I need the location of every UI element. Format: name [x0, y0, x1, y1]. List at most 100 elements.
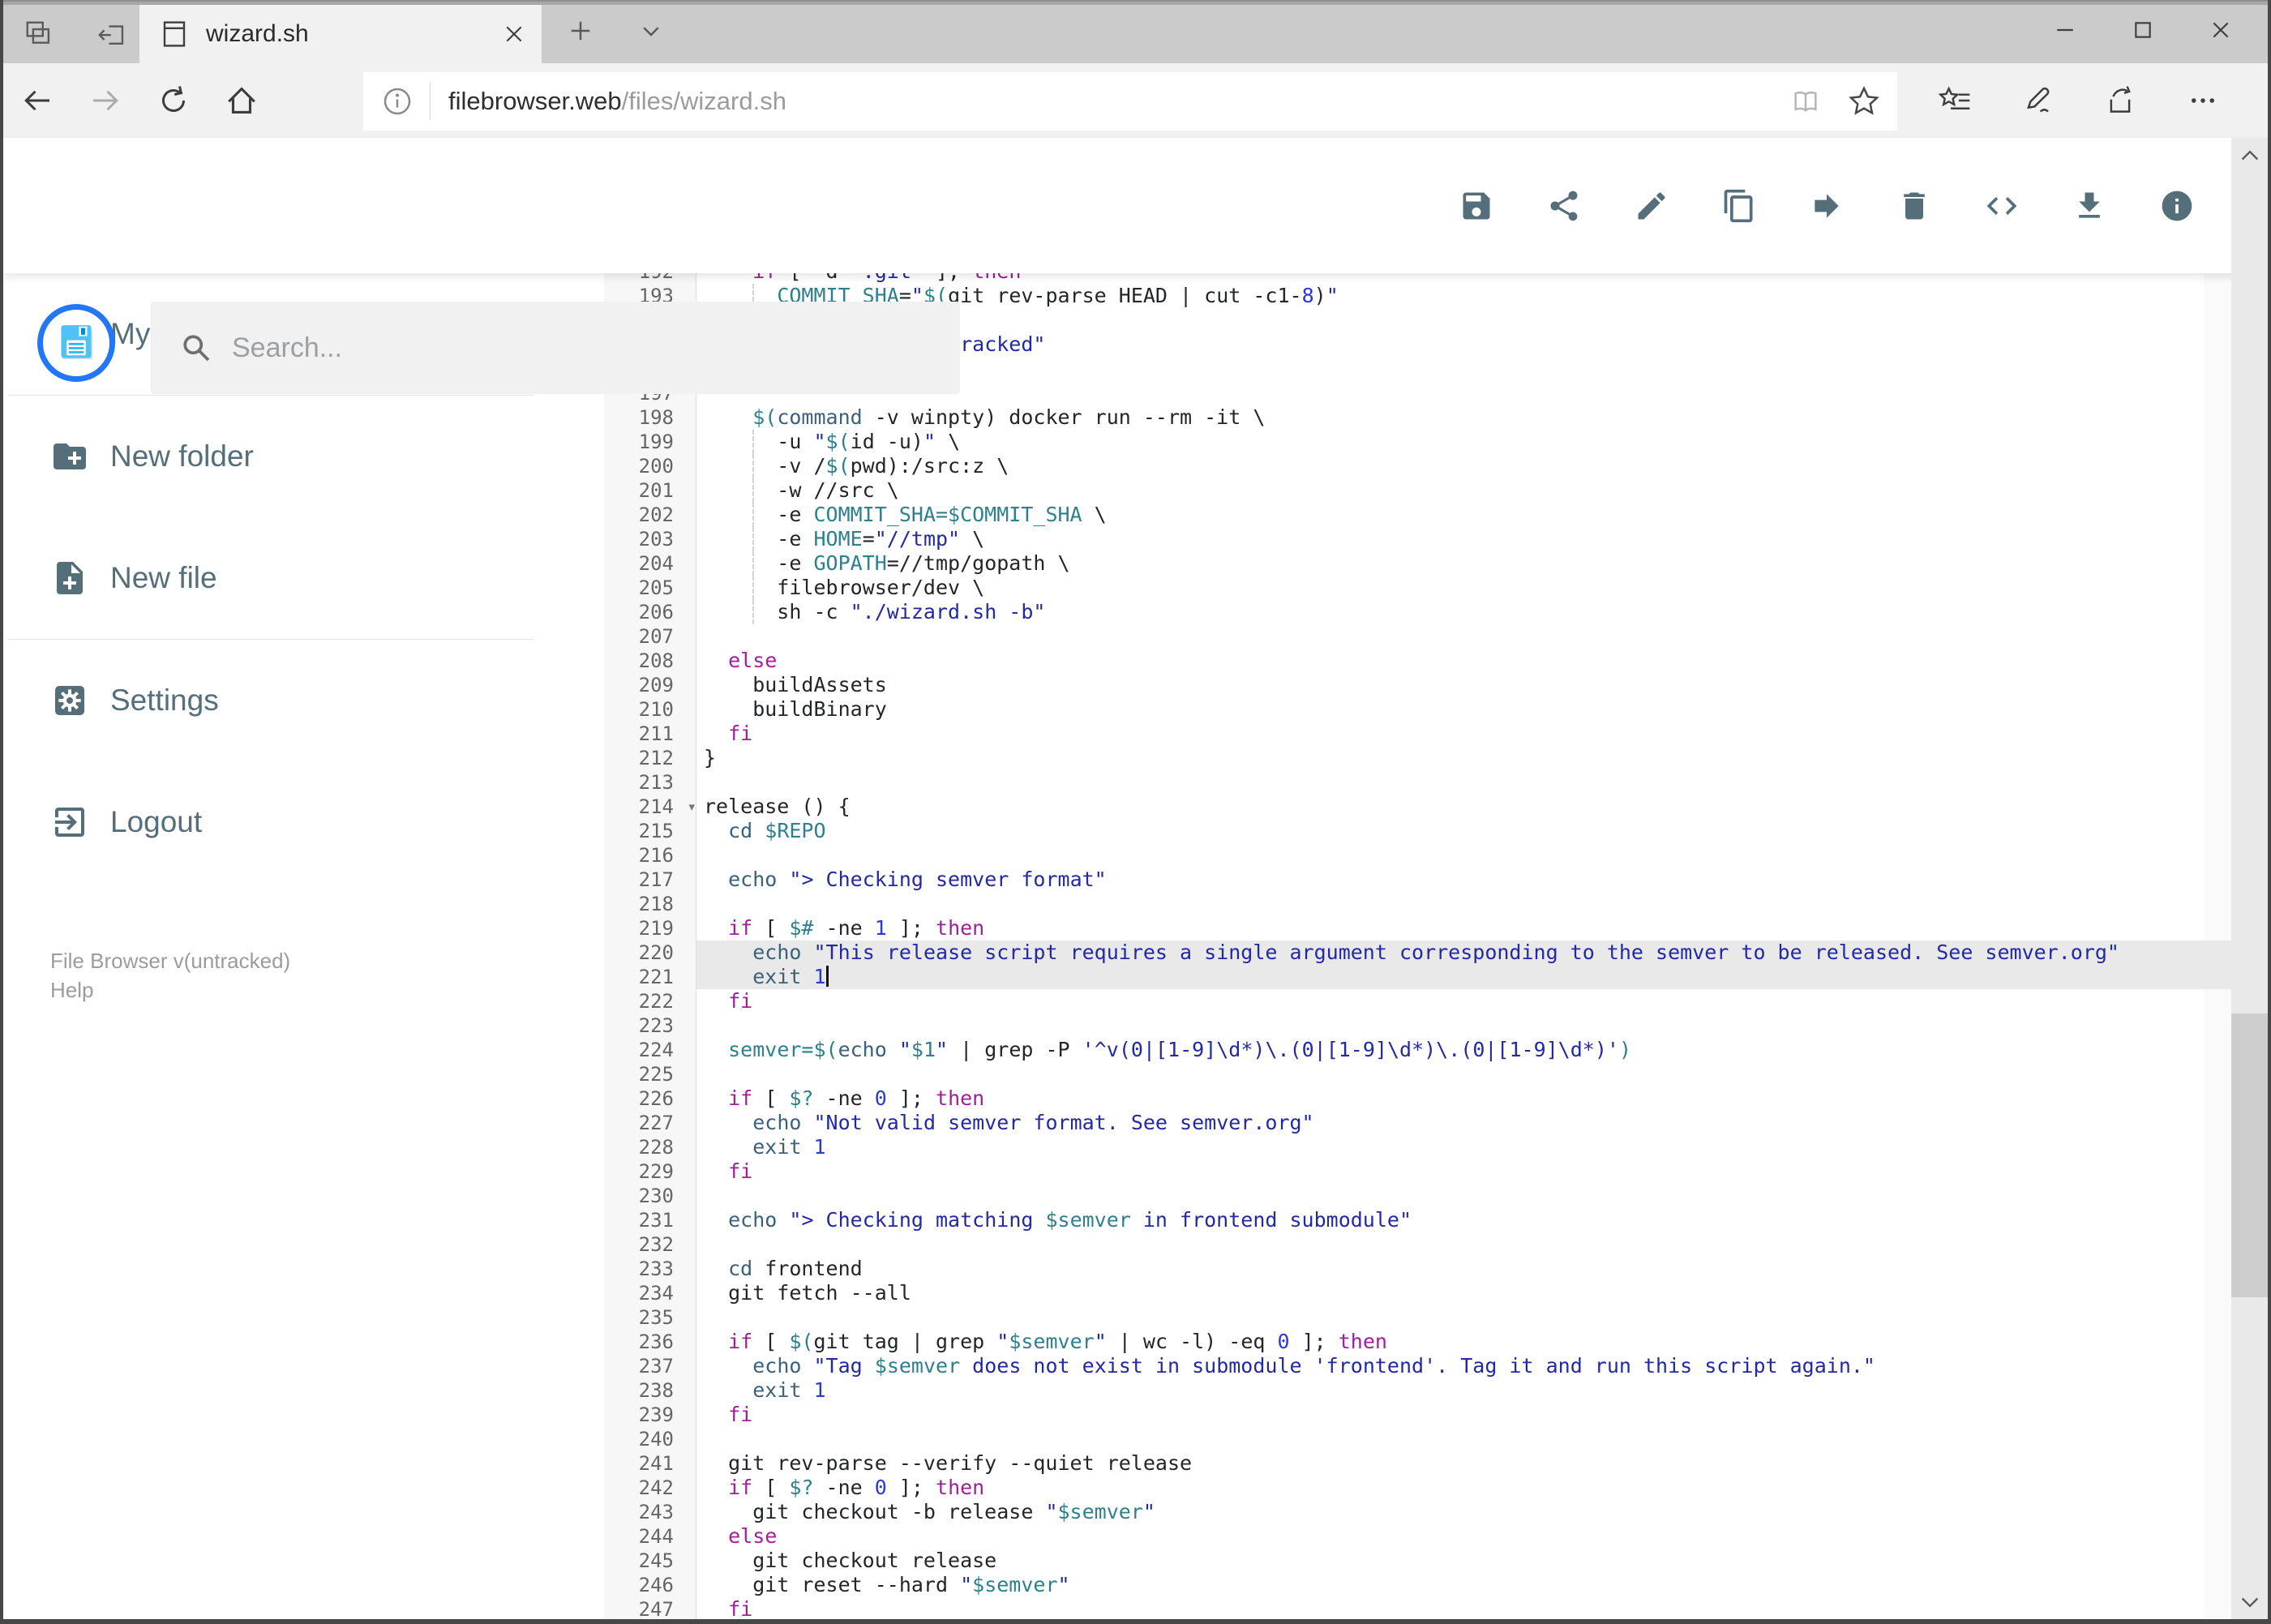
code-text: sh -c "./wizard.sh -b": [696, 600, 2246, 624]
code-line-212[interactable]: 212}: [604, 746, 2246, 770]
code-line-230[interactable]: 230: [604, 1184, 2246, 1208]
tab-list-chevron-icon[interactable]: [628, 8, 674, 54]
code-line-223[interactable]: 223: [604, 1013, 2246, 1038]
home-icon[interactable]: [219, 78, 264, 123]
code-line-239[interactable]: 239 fi: [604, 1403, 2246, 1427]
forward-icon[interactable]: [83, 78, 128, 123]
code-line-235[interactable]: 235: [604, 1305, 2246, 1330]
move-icon[interactable]: [1809, 188, 1845, 224]
code-line-234[interactable]: 234 git fetch --all: [604, 1281, 2246, 1305]
code-line-198[interactable]: 198 $(command -v winpty) docker run --rm…: [604, 405, 2246, 430]
scroll-down-icon[interactable]: [2231, 1583, 2268, 1619]
code-line-216[interactable]: 216: [604, 843, 2246, 868]
code-line-217[interactable]: 217 echo "> Checking semver format": [604, 868, 2246, 892]
code-line-232[interactable]: 232: [604, 1232, 2246, 1257]
copy-icon[interactable]: [1721, 188, 1757, 224]
code-line-237[interactable]: 237 echo "Tag $semver does not exist in …: [604, 1354, 2246, 1378]
code-line-210[interactable]: 210 buildBinary: [604, 697, 2246, 722]
code-line-241[interactable]: 241 git rev-parse --verify --quiet relea…: [604, 1451, 2246, 1476]
back-icon[interactable]: [15, 78, 60, 123]
code-line-208[interactable]: 208 else: [604, 649, 2246, 673]
set-tabs-aside-icon[interactable]: [89, 11, 135, 57]
code-line-222[interactable]: 222 fi: [604, 989, 2246, 1013]
sidebar-item-logout[interactable]: Logout: [3, 761, 538, 883]
code-line-225[interactable]: 225: [604, 1062, 2246, 1086]
web-notes-icon[interactable]: [2015, 78, 2060, 123]
code-line-192[interactable]: 192 if [ -d ".git" ]; then: [604, 273, 2246, 284]
site-info-icon[interactable]: [381, 85, 413, 118]
search-input[interactable]: Search...: [151, 302, 960, 394]
code-line-244[interactable]: 244 else: [604, 1524, 2246, 1549]
window-minimize-button[interactable]: [2026, 6, 2104, 54]
code-line-236[interactable]: 236 if [ $(git tag | grep "$semver" | wc…: [604, 1330, 2246, 1354]
code-line-218[interactable]: 218: [604, 892, 2246, 916]
code-line-209[interactable]: 209 buildAssets: [604, 673, 2246, 697]
edit-icon[interactable]: [1634, 188, 1669, 224]
code-line-220[interactable]: 220 echo "This release script requires a…: [604, 941, 2246, 965]
window-maximize-button[interactable]: [2104, 6, 2182, 54]
code-line-205[interactable]: 205 filebrowser/dev \: [604, 576, 2246, 600]
code-line-228[interactable]: 228 exit 1: [604, 1135, 2246, 1159]
scrollbar-thumb[interactable]: [2231, 1013, 2268, 1297]
code-line-214[interactable]: 214 ▾ release () {: [604, 795, 2246, 819]
code-line-233[interactable]: 233 cd frontend: [604, 1257, 2246, 1281]
code-line-245[interactable]: 245 git checkout release: [604, 1549, 2246, 1573]
code-line-201[interactable]: 201 -w //src \: [604, 478, 2246, 503]
sidebar-item-new-folder[interactable]: New folder: [3, 396, 538, 517]
share-icon[interactable]: [2097, 78, 2143, 123]
favorite-star-icon[interactable]: [1847, 84, 1881, 118]
code-line-203[interactable]: 203 -e HOME="//tmp" \: [604, 527, 2246, 551]
code-text: if [ $? -ne 0 ]; then: [728, 1476, 985, 1499]
code-editor[interactable]: 192 if [ -d ".git" ]; then193 COMMIT_SHA…: [604, 273, 2246, 1619]
share-icon[interactable]: [1546, 188, 1582, 224]
line-number: 200: [638, 455, 674, 478]
new-tab-icon[interactable]: [558, 8, 603, 54]
fold-marker-icon[interactable]: ▾: [688, 795, 695, 819]
code-line-211[interactable]: 211 fi: [604, 722, 2246, 746]
scroll-up-icon[interactable]: [2231, 138, 2268, 174]
code-line-242[interactable]: 242 if [ $? -ne 0 ]; then: [604, 1476, 2246, 1500]
code-line-240[interactable]: 240: [604, 1427, 2246, 1451]
help-link[interactable]: Help: [50, 975, 290, 1005]
line-number: 242: [638, 1476, 674, 1499]
more-icon[interactable]: [2180, 78, 2226, 123]
filebrowser-logo[interactable]: [37, 304, 115, 382]
code-line-213[interactable]: 213: [604, 770, 2246, 795]
tab-close-icon[interactable]: [498, 18, 530, 50]
code-line-246[interactable]: 246 git reset --hard "$semver": [604, 1573, 2246, 1597]
code-line-231[interactable]: 231 echo "> Checking matching $semver in…: [604, 1208, 2246, 1232]
code-line-224[interactable]: 224 semver=$(echo "$1" | grep -P '^v(0|[…: [604, 1038, 2246, 1062]
code-line-219[interactable]: 219 if [ $# -ne 1 ]; then: [604, 916, 2246, 941]
download-icon[interactable]: [2072, 188, 2107, 224]
code-line-204[interactable]: 204 -e GOPATH=//tmp/gopath \: [604, 551, 2246, 576]
code-line-206[interactable]: 206 sh -c "./wizard.sh -b": [604, 600, 2246, 624]
delete-icon[interactable]: [1896, 188, 1932, 224]
vertical-scrollbar[interactable]: [2231, 138, 2268, 1619]
code-line-227[interactable]: 227 echo "Not valid semver format. See s…: [604, 1111, 2246, 1135]
line-number: 215: [638, 820, 674, 842]
code-line-247[interactable]: 247 fi: [604, 1597, 2246, 1619]
code-line-200[interactable]: 200 -v /$(pwd):/src:z \: [604, 454, 2246, 478]
save-icon[interactable]: [1459, 188, 1494, 224]
info-icon[interactable]: [2159, 188, 2195, 224]
code-icon[interactable]: [1984, 188, 2020, 224]
code-line-221[interactable]: 221 exit 1: [604, 965, 2246, 989]
code-line-226[interactable]: 226 if [ $? -ne 0 ]; then: [604, 1086, 2246, 1111]
code-line-199[interactable]: 199 -u "$(id -u)" \: [604, 430, 2246, 454]
tabs-preview-icon[interactable]: [16, 11, 62, 57]
code-line-215[interactable]: 215 cd $REPO: [604, 819, 2246, 843]
url-text[interactable]: filebrowser.web/files/wizard.sh: [448, 87, 1789, 116]
refresh-icon[interactable]: [151, 78, 196, 123]
code-line-238[interactable]: 238 exit 1: [604, 1378, 2246, 1403]
code-line-243[interactable]: 243 git checkout -b release "$semver": [604, 1500, 2246, 1524]
code-line-207[interactable]: 207: [604, 624, 2246, 649]
window-close-button[interactable]: [2182, 6, 2260, 54]
code-line-229[interactable]: 229 fi: [604, 1159, 2246, 1184]
code-text: $(command -v winpty) docker run --rm -it…: [752, 405, 1266, 429]
browser-tab-wizard[interactable]: wizard.sh: [139, 5, 542, 63]
sidebar-item-new-file[interactable]: New file: [3, 517, 538, 639]
code-line-202[interactable]: 202 -e COMMIT_SHA=$COMMIT_SHA \: [604, 503, 2246, 527]
hub-icon[interactable]: [1932, 78, 1977, 123]
sidebar-item-settings[interactable]: Settings: [3, 640, 538, 761]
url-bar[interactable]: filebrowser.web/files/wizard.sh: [363, 72, 1897, 131]
